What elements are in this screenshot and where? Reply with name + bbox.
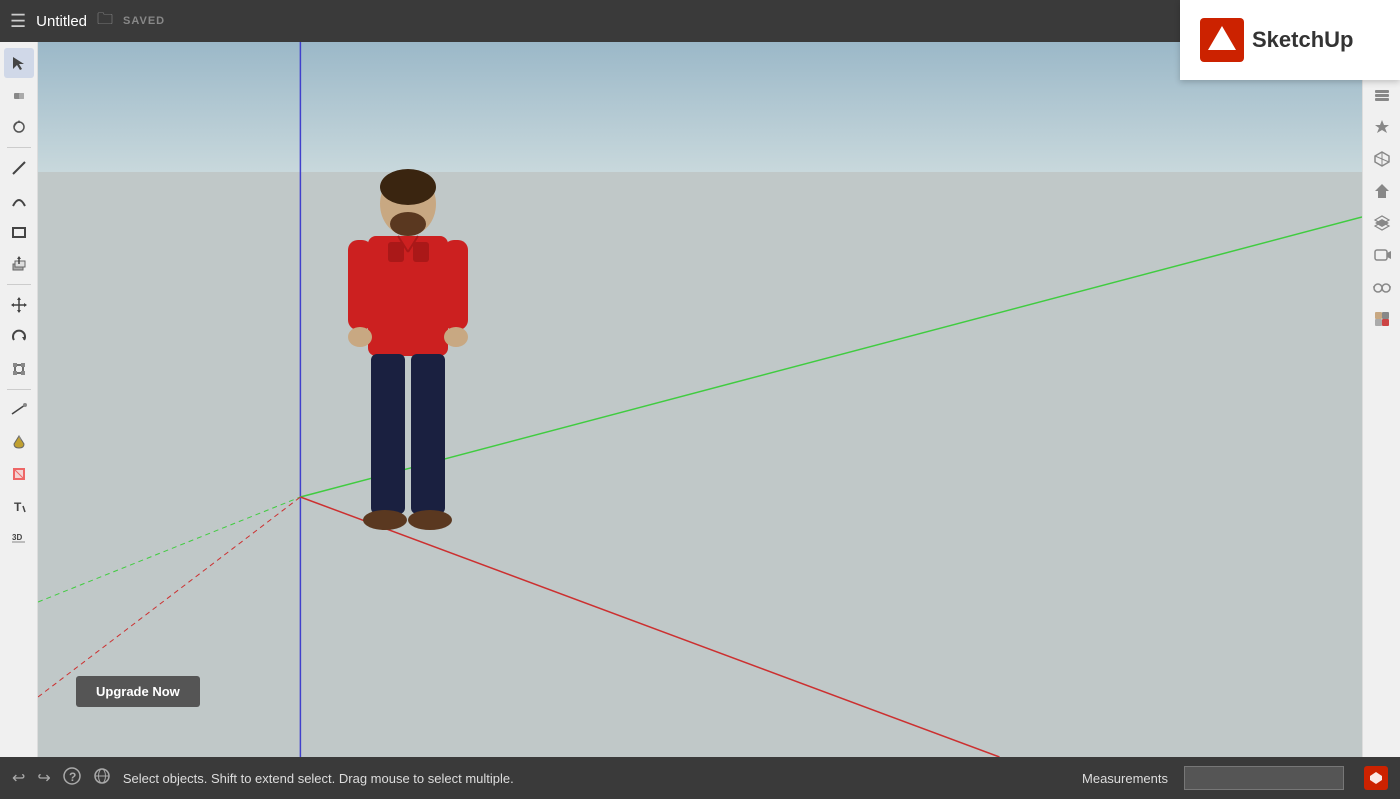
tool-move[interactable] xyxy=(4,290,34,320)
sky-background xyxy=(38,42,1362,172)
tool-select[interactable] xyxy=(4,48,34,78)
right-tool-model[interactable] xyxy=(1367,144,1397,174)
redo-button[interactable]: ↪ xyxy=(37,768,50,788)
sketchup-logo-icon xyxy=(1200,18,1244,62)
tool-3d-text[interactable]: 3D xyxy=(4,523,34,553)
tool-line[interactable] xyxy=(4,153,34,183)
tool-push-pull[interactable] xyxy=(4,249,34,279)
right-tool-layers[interactable] xyxy=(1367,208,1397,238)
tool-scale[interactable] xyxy=(4,354,34,384)
right-tool-shadow[interactable] xyxy=(1367,112,1397,142)
globe-button[interactable] xyxy=(93,767,111,790)
tool-text[interactable]: T xyxy=(4,491,34,521)
left-toolbar: T 3D xyxy=(0,42,38,757)
tool-orbit[interactable] xyxy=(4,112,34,142)
measurements-input[interactable] xyxy=(1184,766,1344,790)
top-bar: ☰ Untitled 🗀 SAVED SketchUp xyxy=(0,0,1400,42)
tool-rectangle[interactable] xyxy=(4,217,34,247)
toolbar-separator-3 xyxy=(7,389,31,390)
document-title: Untitled xyxy=(36,13,87,30)
tool-section[interactable] xyxy=(4,459,34,489)
bottom-bar: ↩ ↪ ? Select objects. Shift to extend se… xyxy=(0,757,1400,799)
svg-text:?: ? xyxy=(69,770,76,784)
svg-text:T: T xyxy=(14,500,22,514)
tool-tape-measure[interactable] xyxy=(4,395,34,425)
right-panel xyxy=(1362,42,1400,757)
svg-text:3D: 3D xyxy=(12,533,22,542)
status-text: Select objects. Shift to extend select. … xyxy=(123,771,1070,786)
logo-area: SketchUp xyxy=(1180,0,1400,80)
tool-rotate[interactable] xyxy=(4,322,34,352)
main-content: T 3D xyxy=(0,42,1400,757)
undo-button[interactable]: ↩ xyxy=(12,768,25,788)
saved-badge: SAVED xyxy=(123,15,165,27)
help-button[interactable]: ? xyxy=(63,767,81,790)
file-icon: 🗀 xyxy=(97,8,113,35)
tool-eraser[interactable] xyxy=(4,80,34,110)
sketchup-logo-text: SketchUp xyxy=(1252,27,1353,53)
right-tool-house[interactable] xyxy=(1367,176,1397,206)
upgrade-now-button[interactable]: Upgrade Now xyxy=(76,676,200,707)
tool-paint-bucket[interactable] xyxy=(4,427,34,457)
tool-arc[interactable] xyxy=(4,185,34,215)
sketchup-logo-small xyxy=(1364,766,1388,790)
right-tool-tags[interactable] xyxy=(1367,80,1397,110)
right-tool-video[interactable] xyxy=(1367,240,1397,270)
viewport[interactable]: Upgrade Now xyxy=(38,42,1362,757)
menu-icon[interactable]: ☰ xyxy=(10,11,26,32)
toolbar-separator-2 xyxy=(7,284,31,285)
ground-plane xyxy=(38,172,1362,757)
right-tool-glasses[interactable] xyxy=(1367,272,1397,302)
toolbar-separator-1 xyxy=(7,147,31,148)
right-tool-materials[interactable] xyxy=(1367,304,1397,334)
measurements-label: Measurements xyxy=(1082,771,1168,786)
